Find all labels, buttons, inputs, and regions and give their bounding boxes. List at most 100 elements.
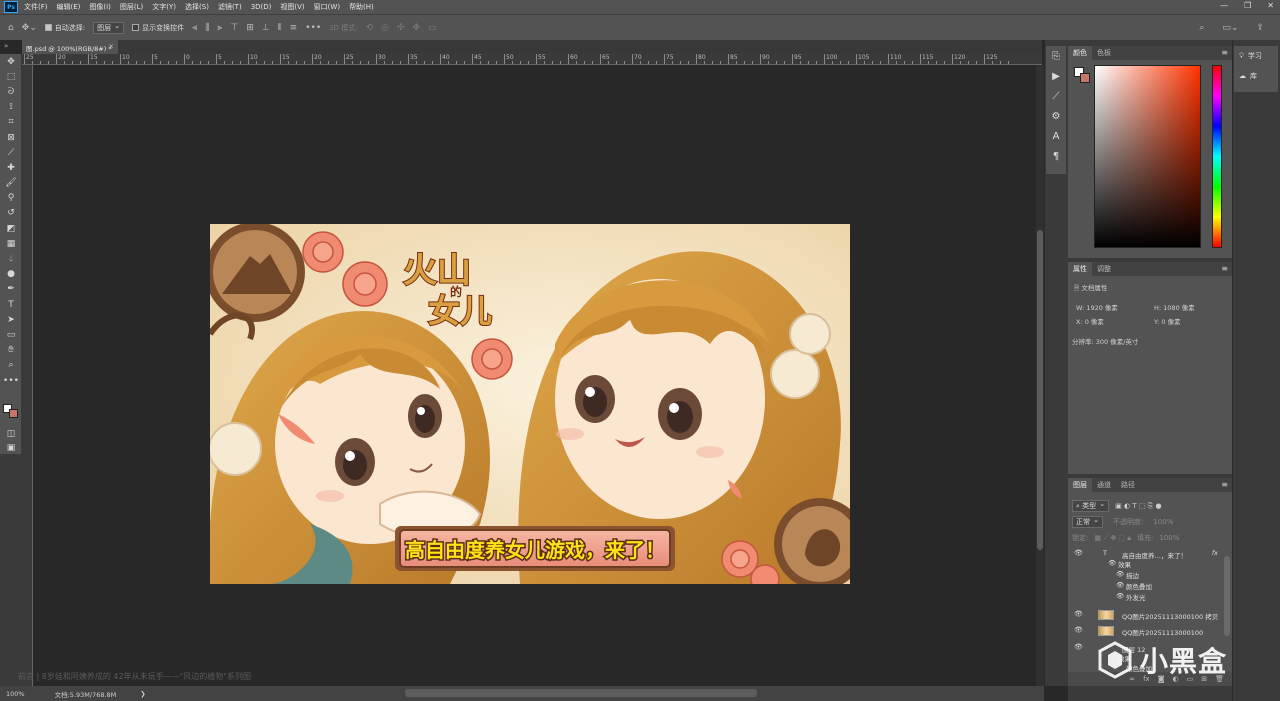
move-tool-icon[interactable]: ✥⌄ [22,23,37,33]
status-menu-icon[interactable]: ❯ [140,690,145,698]
panel-menu-icon[interactable]: ≡ [1221,48,1228,57]
canvas-vertical-scrollbar[interactable] [1036,65,1044,686]
tab-channels[interactable]: 通道 [1092,478,1116,492]
hue-slider[interactable] [1212,65,1222,248]
blur-tool-icon[interactable]: 💧︎ [0,251,22,266]
history-brush-icon[interactable]: ↺ [0,206,22,221]
shape-tool-icon[interactable]: ▭ [0,327,22,342]
eye-icon[interactable]: 👁︎ [1108,559,1116,567]
edit-toolbar-icon[interactable]: ••• [0,373,22,388]
zoom-tool-icon[interactable]: ⌕ [0,358,22,373]
background-color-swatch[interactable] [9,409,18,418]
quick-select-tool-icon[interactable]: ⟟ [0,100,22,115]
quick-mask-icon[interactable]: ◫ [0,426,22,441]
minimize-button[interactable]: — [1220,1,1228,10]
crop-tool-icon[interactable]: ⌗ [0,115,22,130]
adjust-sliders-icon[interactable]: ⚙ [1046,106,1066,126]
menu-help[interactable]: 帮助(H) [349,2,374,12]
align-top-icon[interactable]: ⊤ [230,23,238,33]
panel-menu-icon[interactable]: ≡ [1221,264,1228,273]
brush-settings-icon[interactable]: ⟋ [1046,86,1066,106]
more-options-icon[interactable]: ••• [305,23,321,33]
tab-adjustments[interactable]: 调整 [1092,262,1116,276]
layer-row[interactable]: 👁︎ QQ图片20251113000100 拷贝 [1068,607,1224,623]
restore-button[interactable]: ❐ [1244,1,1251,10]
tab-paths[interactable]: 路径 [1116,478,1140,492]
search-icon[interactable]: ⌕ [1199,23,1204,33]
filter-icons[interactable]: ▣ ◐ T ⬚ ⎘ ● [1115,502,1161,511]
learn-button[interactable]: 💡︎ 学习 [1234,46,1278,66]
menu-file[interactable]: 文件(F) [24,2,48,12]
close-button[interactable]: ✕ [1267,1,1274,10]
effect-row[interactable]: 👁︎ 描边 [1068,569,1224,580]
pen-tool-icon[interactable]: ✒ [0,282,22,297]
collapse-toolbar-icon[interactable]: » [4,42,8,50]
eye-icon[interactable]: 👁︎ [1116,570,1124,578]
lock-icons[interactable]: ▦ ⟋ ✥ ⬚ 🔒︎ [1094,534,1131,543]
auto-select-option[interactable]: 自动选择: [44,23,85,33]
document-size[interactable]: 文档:5.93M/768.8M [55,689,117,699]
bg-color-chip[interactable] [1080,73,1090,83]
tab-layers[interactable]: 图层 [1068,478,1092,492]
eraser-tool-icon[interactable]: ◩ [0,221,22,236]
move-tool-icon[interactable]: ✥ [0,54,22,69]
menu-3d[interactable]: 3D(D) [251,3,272,11]
share-icon[interactable]: ⇪ [1256,23,1264,33]
tab-swatches[interactable]: 色板 [1092,46,1116,60]
hand-tool-icon[interactable]: ✋︎ [0,343,22,358]
height-field[interactable]: H: 1080 像素 [1154,302,1195,312]
menu-filter[interactable]: 滤镜(T) [218,2,242,12]
tab-properties[interactable]: 属性 [1068,262,1092,276]
x-field[interactable]: X: 0 像素 [1076,316,1104,326]
frame-tool-icon[interactable]: ⊠ [0,130,22,145]
eyedropper-tool-icon[interactable]: ⟋ [0,145,22,160]
document-artwork[interactable]: 高自由度养女儿游戏，来了！ 火山 的 女儿 [210,224,850,584]
color-picker-field[interactable] [1094,65,1201,248]
menu-type[interactable]: 文字(Y) [152,2,176,12]
layers-scrollbar[interactable] [1224,556,1230,636]
paragraph-panel-icon[interactable]: ¶ [1046,146,1066,166]
eye-icon[interactable]: 👁︎ [1074,643,1083,651]
eye-icon[interactable]: 👁︎ [1074,549,1083,557]
type-tool-icon[interactable]: T [0,297,22,312]
align-right-icon[interactable]: ⫸ [217,23,222,33]
effect-row[interactable]: 👁︎ 效果 [1068,558,1224,569]
character-panel-icon[interactable]: A [1046,126,1066,146]
auto-select-checkbox[interactable] [44,24,52,31]
effect-row[interactable]: 👁︎ 颜色叠加 [1068,580,1224,591]
layer-row[interactable]: 👁︎ QQ图片20251113000100 [1068,623,1224,639]
panel-menu-icon[interactable]: ≡ [1221,480,1228,489]
menu-view[interactable]: 视图(V) [280,2,304,12]
menu-window[interactable]: 窗口(W) [314,2,340,12]
layer-filter-dropdown[interactable]: ⌕ 类型 [1072,499,1110,512]
menu-image[interactable]: 图像(I) [89,2,111,12]
distribute-vertical-icon[interactable]: ≡ [290,23,298,33]
close-tab-icon[interactable]: × [109,42,114,50]
document-tab[interactable]: 图.psd @ 100%(RGB/8#) * × [22,40,118,54]
photoshop-logo[interactable]: Ps [4,1,18,13]
show-transform-checkbox[interactable] [132,24,140,31]
marquee-tool-icon[interactable]: ⬚ [0,69,22,84]
effect-row[interactable]: 👁︎ 外发光 [1068,591,1224,602]
horizontal-scroll-thumb[interactable] [405,689,757,697]
eye-icon[interactable]: 👁︎ [1116,592,1124,600]
align-left-icon[interactable]: ⫷ [192,23,197,33]
tab-color[interactable]: 颜色 [1068,46,1092,60]
path-select-tool-icon[interactable]: ➤ [0,312,22,327]
eye-icon[interactable]: 👁︎ [1116,581,1124,589]
healing-brush-icon[interactable]: ✚ [0,160,22,175]
y-field[interactable]: Y: 0 像素 [1154,316,1181,326]
fill-value[interactable]: 100% [1159,534,1179,542]
history-panel-icon[interactable]: ⎘ [1046,46,1066,66]
show-transform-option[interactable]: 显示变换控件 [132,23,184,33]
blend-mode-dropdown[interactable]: 正常 [1072,515,1103,528]
zoom-level[interactable]: 100% [6,690,25,698]
align-bottom-icon[interactable]: ⊥ [262,23,270,33]
align-center-icon[interactable]: ⫼ [205,23,209,33]
gradient-tool-icon[interactable]: ▦ [0,236,22,251]
menu-layer[interactable]: 图层(L) [120,2,143,12]
clone-stamp-icon[interactable]: ⚲ [0,191,22,206]
menu-select[interactable]: 选择(S) [185,2,209,12]
brush-tool-icon[interactable]: 🖌︎ [0,176,22,191]
library-button[interactable]: ☁ 库 [1234,66,1278,86]
